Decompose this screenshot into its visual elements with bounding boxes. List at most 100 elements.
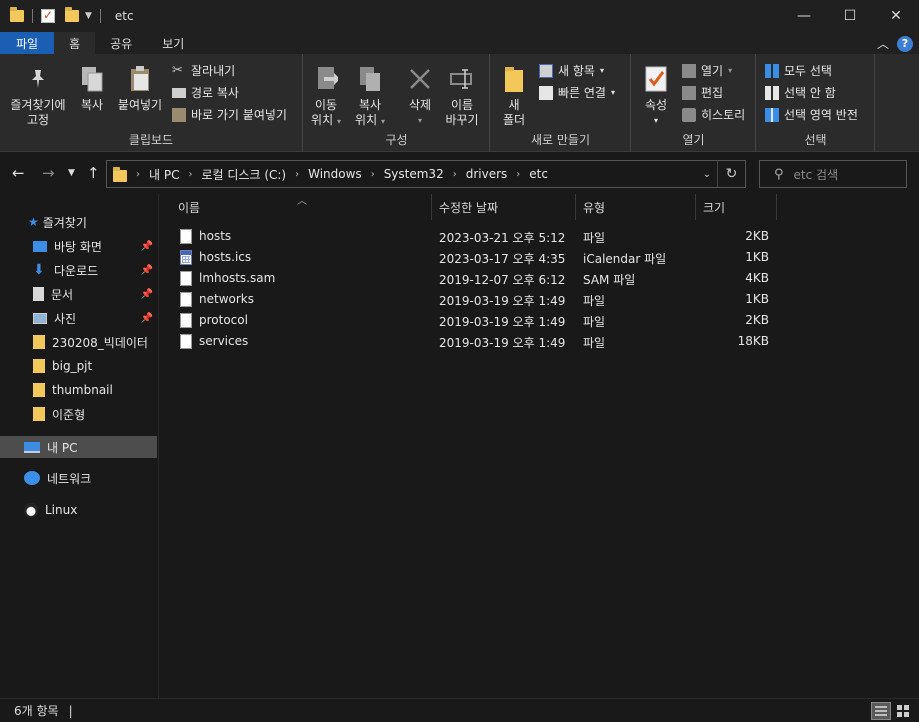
file-name: hosts bbox=[199, 229, 232, 243]
breadcrumb-etc[interactable]: etc bbox=[529, 167, 548, 181]
item-count: 6개 항목 bbox=[14, 704, 59, 718]
edit-button[interactable]: 편집 bbox=[682, 84, 723, 101]
delete-chevron-icon: ▾ bbox=[417, 116, 422, 125]
tab-home[interactable]: 홈 bbox=[54, 32, 96, 54]
sidebar-item-linux[interactable]: Linux bbox=[0, 499, 157, 521]
new-folder-icon[interactable] bbox=[65, 7, 79, 22]
breadcrumb-windows[interactable]: Windows bbox=[308, 167, 362, 181]
sidebar-item-desktop[interactable]: 바탕 화면 📌 bbox=[0, 235, 157, 257]
cut-label: 잘라내기 bbox=[191, 64, 236, 78]
sidebar-item-network[interactable]: 네트워크 bbox=[0, 467, 157, 489]
open-group: 속성 ▾ 열기 ▾ 편집 히스토리 열기 bbox=[632, 54, 756, 152]
easy-access-button[interactable]: 빠른 연결 ▾ bbox=[539, 84, 615, 101]
pin-icon: 📌 bbox=[140, 240, 153, 252]
large-icons-view-icon[interactable] bbox=[893, 702, 913, 720]
breadcrumb-separator-icon[interactable]: › bbox=[188, 169, 192, 180]
breadcrumb-this-pc[interactable]: 내 PC bbox=[149, 166, 179, 183]
table-row[interactable]: protocol 2019-03-19 오후 1:49 파일 2KB bbox=[160, 310, 919, 331]
breadcrumb-separator-icon[interactable]: › bbox=[136, 169, 140, 180]
move-to-button[interactable]: 이동 위치 ▾ bbox=[308, 64, 344, 129]
file-type: iCalendar 파일 bbox=[583, 252, 667, 266]
paste-button[interactable]: 붙여넣기 bbox=[114, 64, 166, 113]
breadcrumb-separator-icon[interactable]: › bbox=[295, 169, 299, 180]
tab-share[interactable]: 공유 bbox=[95, 32, 147, 54]
table-row[interactable]: networks 2019-03-19 오후 1:49 파일 1KB bbox=[160, 289, 919, 310]
new-folder-button[interactable]: 새 폴더 bbox=[499, 64, 529, 128]
table-row[interactable]: hosts.ics 2023-03-17 오후 4:35 iCalendar 파… bbox=[160, 247, 919, 268]
invert-selection-button[interactable]: 선택 영역 반전 bbox=[765, 106, 858, 123]
delete-button[interactable]: 삭제 ▾ bbox=[402, 64, 438, 128]
breadcrumb-drivers[interactable]: drivers bbox=[466, 167, 508, 181]
search-box[interactable]: ⚲ etc 검색 bbox=[759, 160, 907, 188]
tab-file[interactable]: 파일 bbox=[0, 32, 55, 54]
file-type: 파일 bbox=[583, 315, 606, 329]
breadcrumb-separator-icon[interactable]: › bbox=[516, 169, 520, 180]
forward-arrow-icon[interactable]: → bbox=[42, 164, 55, 182]
file-name: lmhosts.sam bbox=[199, 271, 276, 285]
sidebar-item-documents[interactable]: 문서 📌 bbox=[0, 283, 157, 305]
sidebar-item-downloads[interactable]: ⬇ 다운로드 📌 bbox=[0, 259, 157, 281]
select-none-button[interactable]: 선택 안 함 bbox=[765, 84, 836, 101]
file-size: 4KB bbox=[745, 271, 769, 285]
status-divider: | bbox=[68, 703, 73, 718]
sidebar-item-folder-bigdata[interactable]: 230208_빅데이터 bbox=[0, 331, 157, 353]
address-folder-icon bbox=[113, 166, 127, 182]
minimize-button[interactable]: — bbox=[781, 0, 827, 32]
breadcrumb-local-disk[interactable]: 로컬 디스크 (C:) bbox=[201, 166, 286, 183]
refresh-icon[interactable]: ↻ bbox=[717, 161, 745, 187]
sidebar-item-folder-user[interactable]: 이준형 bbox=[0, 403, 157, 425]
copy-button[interactable]: 복사 bbox=[76, 64, 108, 113]
open-button[interactable]: 열기 ▾ bbox=[682, 62, 732, 79]
copy-to-button[interactable]: 복사 위치 ▾ bbox=[352, 64, 388, 129]
new-item-button[interactable]: 새 항목 ▾ bbox=[539, 62, 604, 79]
copy-label: 복사 bbox=[80, 98, 104, 112]
select-all-label: 모두 선택 bbox=[784, 64, 832, 78]
details-view-icon[interactable] bbox=[871, 702, 891, 720]
address-history-chevron-icon[interactable]: ⌄ bbox=[697, 169, 717, 180]
help-icon[interactable]: ? bbox=[897, 35, 913, 52]
rename-button[interactable]: 이름 바꾸기 bbox=[442, 64, 482, 128]
paste-label: 붙여넣기 bbox=[117, 98, 163, 112]
breadcrumb-system32[interactable]: System32 bbox=[384, 167, 444, 181]
customize-toolbar-chevron-icon[interactable]: ▼ bbox=[85, 11, 92, 21]
column-header-name[interactable]: 이름 ︿ bbox=[160, 194, 432, 220]
sidebar-item-quick-access[interactable]: ★ 즐겨찾기 bbox=[0, 211, 157, 233]
breadcrumb-separator-icon[interactable]: › bbox=[453, 169, 457, 180]
file-type: 파일 bbox=[583, 336, 606, 350]
folder-icon bbox=[33, 383, 45, 397]
recent-locations-chevron-icon[interactable]: ▼ bbox=[68, 168, 75, 178]
sidebar-item-folder-thumbnail[interactable]: thumbnail bbox=[0, 379, 157, 401]
back-arrow-icon[interactable]: ← bbox=[12, 164, 25, 182]
sidebar-item-folder-big-pjt[interactable]: big_pjt bbox=[0, 355, 157, 377]
breadcrumb-separator-icon[interactable]: › bbox=[371, 169, 375, 180]
pin-icon: 📌 bbox=[140, 312, 153, 324]
select-all-button[interactable]: 모두 선택 bbox=[765, 62, 832, 79]
pin-to-quick-access-button[interactable]: 즐겨찾기에 고정 bbox=[6, 64, 70, 128]
rename-label-2: 바꾸기 bbox=[445, 113, 479, 127]
up-arrow-icon[interactable]: ↑ bbox=[87, 164, 100, 182]
collapse-ribbon-chevron-icon[interactable]: ︿ bbox=[877, 35, 889, 52]
tab-view[interactable]: 보기 bbox=[147, 32, 199, 54]
column-header-date[interactable]: 수정한 날짜 bbox=[432, 194, 576, 220]
table-row[interactable]: hosts 2023-03-21 오후 5:12 파일 2KB bbox=[160, 226, 919, 247]
new-group-label: 새로 만들기 bbox=[530, 133, 590, 147]
table-row[interactable]: lmhosts.sam 2019-12-07 오후 6:12 SAM 파일 4K… bbox=[160, 268, 919, 289]
table-row[interactable]: services 2019-03-19 오후 1:49 파일 18KB bbox=[160, 331, 919, 352]
file-date: 2023-03-21 오후 5:12 bbox=[439, 231, 566, 245]
column-header-size[interactable]: 크기 bbox=[696, 194, 777, 220]
address-bar[interactable]: › 내 PC › 로컬 디스크 (C:) › Windows › System3… bbox=[106, 160, 746, 188]
delete-x-icon bbox=[406, 64, 434, 94]
organize-group: 이동 위치 ▾ 복사 위치 ▾ 삭제 ▾ 이름 바꾸기 구성 bbox=[304, 54, 490, 152]
column-header-type[interactable]: 유형 bbox=[576, 194, 696, 220]
paste-shortcut-button[interactable]: 바로 가기 붙여넣기 bbox=[172, 106, 287, 123]
cut-button[interactable]: ✂ 잘라내기 bbox=[172, 62, 235, 79]
close-button[interactable]: ✕ bbox=[873, 0, 919, 32]
easy-access-chevron-icon: ▾ bbox=[610, 88, 615, 97]
maximize-button[interactable]: ☐ bbox=[827, 0, 873, 32]
sidebar-item-this-pc[interactable]: 내 PC bbox=[0, 436, 157, 458]
sidebar-item-pictures[interactable]: 사진 📌 bbox=[0, 307, 157, 329]
copy-path-button[interactable]: 경로 복사 bbox=[172, 84, 239, 101]
properties-icon[interactable] bbox=[41, 8, 55, 23]
history-button[interactable]: 히스토리 bbox=[682, 106, 745, 123]
properties-button[interactable]: 속성 ▾ bbox=[642, 64, 670, 128]
